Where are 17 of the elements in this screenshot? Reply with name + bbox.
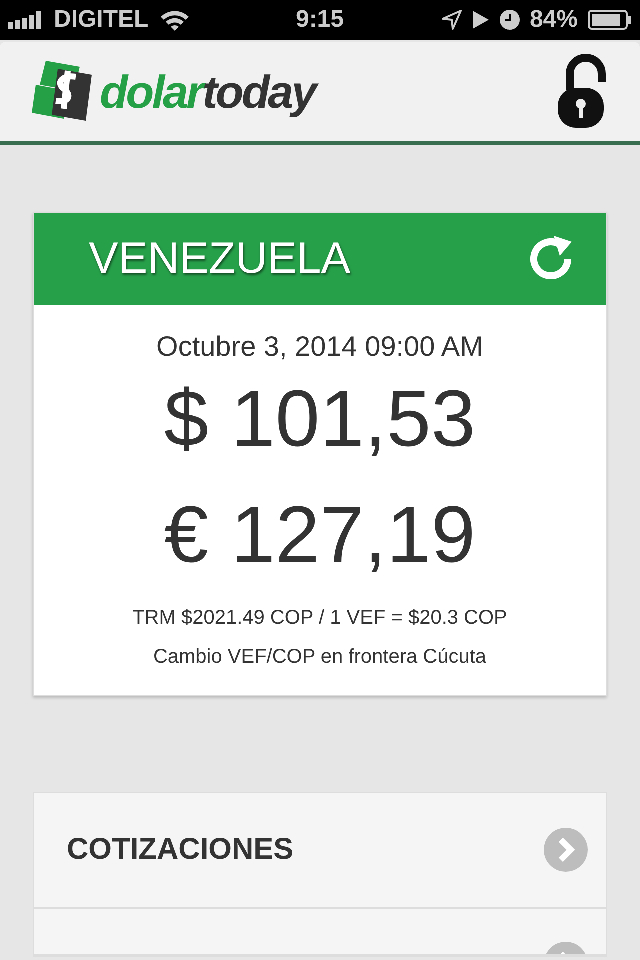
exchange-rate: $ 101,53 [163,373,477,465]
location-arrow-icon [442,10,462,30]
padlock-icon[interactable] [556,54,606,130]
rate-note: TRM $2021.49 COP / 1 VEF = $20.3 COP [132,607,508,630]
date-text: Octubre 3, 2014 09:00 AM [156,331,484,363]
country-title: VENEZUELA [89,234,351,284]
exchange-rate: € 127,19 [163,489,477,581]
battery-icon [588,10,632,30]
battery-percent: 84% [530,6,578,34]
play-icon [472,10,490,30]
carrier-name: DIGITEL [54,6,149,34]
rate-note: Cambio VEF/COP en frontera Cúcuta [152,646,488,669]
clock-icon [500,10,520,30]
clock-time: 9:15 [294,6,346,34]
signal-icon [8,11,44,29]
chevron-right-icon [544,828,588,872]
wifi-icon [158,9,191,31]
